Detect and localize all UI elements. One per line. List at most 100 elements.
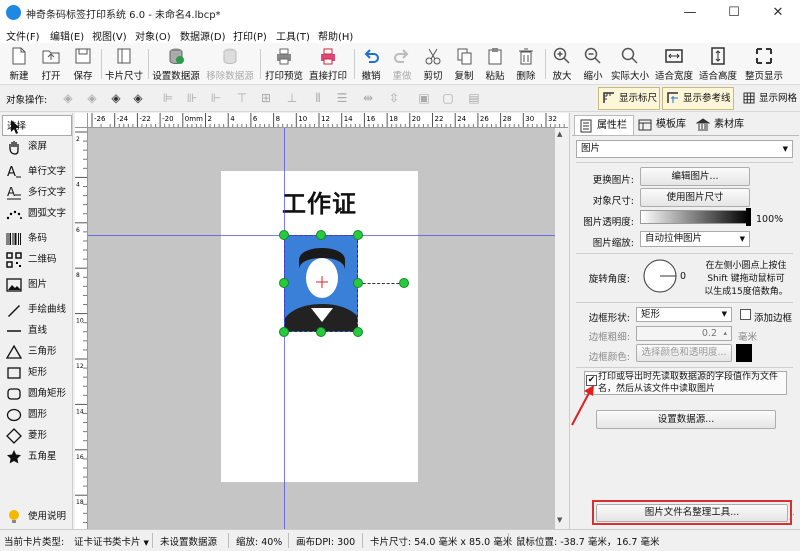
distribute-v-icon[interactable]: ☰ [334,90,350,106]
card-size-button[interactable]: 卡片尺寸 [103,46,145,84]
actual-size-button[interactable]: 实际大小 [610,46,650,84]
tool-star[interactable]: 五角星 [2,446,72,467]
align-top-icon[interactable]: ⊤ [234,90,250,106]
align-center-icon[interactable]: ⊪ [184,90,200,106]
show-ruler-toggle[interactable]: 显示标尺 [598,87,660,110]
menu-datasource[interactable]: 数据源(D) [180,28,226,43]
tool-rectangle[interactable]: 矩形 [2,362,72,383]
help-link[interactable]: 使用说明 [2,506,72,527]
menu-print[interactable]: 打印(P) [233,28,267,43]
menu-file[interactable]: 文件(F) [6,28,40,43]
group-icon[interactable]: ▣ [416,90,432,106]
resize-handle-tl[interactable] [279,230,289,240]
rotate-handle[interactable] [399,278,409,288]
use-image-size-button[interactable]: 使用图片尺寸 [640,188,750,207]
resize-handle-br[interactable] [353,327,363,337]
tab-templates[interactable]: 模板库 [634,115,692,135]
opacity-slider-thumb[interactable] [746,208,751,226]
add-border-checkbox[interactable] [740,309,751,320]
tool-rounded-rect[interactable]: 圆角矩形 [2,383,72,404]
menu-view[interactable]: 视图(V) [92,28,127,43]
align-middle-icon[interactable]: ⊞ [258,90,274,106]
send-backward-icon[interactable]: ◈ [84,90,100,106]
paste-button[interactable]: 粘贴 [481,46,509,84]
horizontal-ruler[interactable]: -26 -24 -22 -20 0mm 2 4 6 8 10 12 14 16 18 20 22 24 26 28 3… [88,113,568,128]
tool-qrcode[interactable]: 二维码 [2,249,72,270]
tool-single-line-text[interactable]: A 单行文字 [2,161,72,182]
align-bottom-icon[interactable]: ⊥ [284,90,300,106]
tool-multi-line-text[interactable]: A 多行文字 [2,182,72,203]
tool-arc-text[interactable]: 圆弧文字 [2,203,72,224]
zoom-out-button[interactable]: 缩小 [579,46,607,84]
edit-image-button[interactable]: 编辑图片... [640,167,750,186]
distribute-h-icon[interactable]: ⫴ [310,90,326,106]
tab-assets[interactable]: 素材库 [692,115,750,135]
align-left-icon[interactable]: ⊫ [160,90,176,106]
tool-scroll[interactable]: 滚屏 [2,136,72,157]
fit-width-button[interactable]: 适合宽度 [654,46,694,84]
show-grid-toggle[interactable]: 显示网格 [738,87,798,110]
tool-triangle[interactable]: 三角形 [2,341,72,362]
zoom-in-button[interactable]: 放大 [548,46,576,84]
align-right-icon[interactable]: ⊩ [208,90,224,106]
minimize-button[interactable]: — [668,0,712,25]
photo-object[interactable] [284,235,358,332]
tool-circle[interactable]: 圆形 [2,404,72,425]
set-datasource-panel-button[interactable]: 设置数据源... [596,410,776,429]
cut-button[interactable]: 剪切 [419,46,447,84]
object-type-select[interactable]: 图片 ▼ [576,140,793,158]
delete-button[interactable]: 删除 [512,46,540,84]
border-color-swatch[interactable] [736,344,752,362]
resize-handle-bl[interactable] [279,327,289,337]
maximize-button[interactable]: ☐ [712,0,756,25]
menu-object[interactable]: 对象(O) [135,28,171,43]
tool-barcode[interactable]: 条码 [2,228,72,249]
undo-button[interactable]: 撤销 [357,46,385,84]
card-type-select[interactable]: 证卡证书类卡片 ▼ [74,534,149,548]
card-title-text[interactable]: 工作证 [221,184,418,219]
menu-tools[interactable]: 工具(T) [276,28,310,43]
tool-select[interactable]: 选择 [2,115,72,136]
direct-print-button[interactable]: 直接打印 [306,46,350,84]
show-guides-toggle[interactable]: 显示参考线 [662,87,734,110]
rotation-dial[interactable] [642,258,682,294]
same-height-icon[interactable]: ⇳ [386,90,402,106]
new-button[interactable]: 新建 [4,46,34,84]
full-page-button[interactable]: 整页显示 [742,46,786,84]
border-shape-select[interactable]: 矩形 ▼ [636,307,732,322]
opacity-slider[interactable] [640,210,750,224]
ungroup-icon[interactable]: ▢ [440,90,456,106]
tool-image[interactable]: 图片 [2,274,72,295]
resize-handle-t[interactable] [316,230,326,240]
menu-help[interactable]: 帮助(H) [318,28,353,43]
close-button[interactable]: ✕ [756,0,800,25]
same-width-icon[interactable]: ⇹ [360,90,376,106]
print-preview-button[interactable]: 打印预览 [263,46,305,84]
border-width-input[interactable]: 0.2 ▴ [636,326,732,341]
resize-handle-b[interactable] [316,327,326,337]
vertical-ruler[interactable]: 2 4 6 8 10 12 14 16 18 [75,128,88,529]
fit-height-button[interactable]: 适合高度 [698,46,738,84]
copy-button[interactable]: 复制 [450,46,478,84]
lock-icon[interactable]: ▤ [466,90,482,106]
resize-handle-r[interactable] [353,278,363,288]
layers-icon[interactable]: ◈ [108,90,124,106]
set-datasource-button[interactable]: 设置数据源 [150,46,202,84]
tab-properties[interactable]: 属性栏 [574,115,634,135]
save-button[interactable]: 保存 [68,46,98,84]
layers-bottom-icon[interactable]: ◈ [130,90,146,106]
tool-freehand[interactable]: 手绘曲线 [2,299,72,320]
open-button[interactable]: 打开 [36,46,66,84]
menu-edit[interactable]: 编辑(E) [50,28,84,43]
choose-color-button[interactable]: 选择颜色和透明度... [636,344,732,362]
filename-tool-button[interactable]: 图片文件名整理工具... [596,504,788,522]
image-scale-select[interactable]: 自动拉伸图片 ▼ [640,231,750,247]
resize-handle-tr[interactable] [353,230,363,240]
vertical-scrollbar[interactable]: ▲ ▼ [555,128,568,529]
tool-diamond[interactable]: 菱形 [2,425,72,446]
redo-button[interactable]: 重做 [388,46,416,84]
resize-handle-l[interactable] [279,278,289,288]
bring-forward-icon[interactable]: ◈ [60,90,76,106]
tool-line[interactable]: 直线 [2,320,72,341]
remove-datasource-button[interactable]: 移除数据源 [204,46,256,84]
